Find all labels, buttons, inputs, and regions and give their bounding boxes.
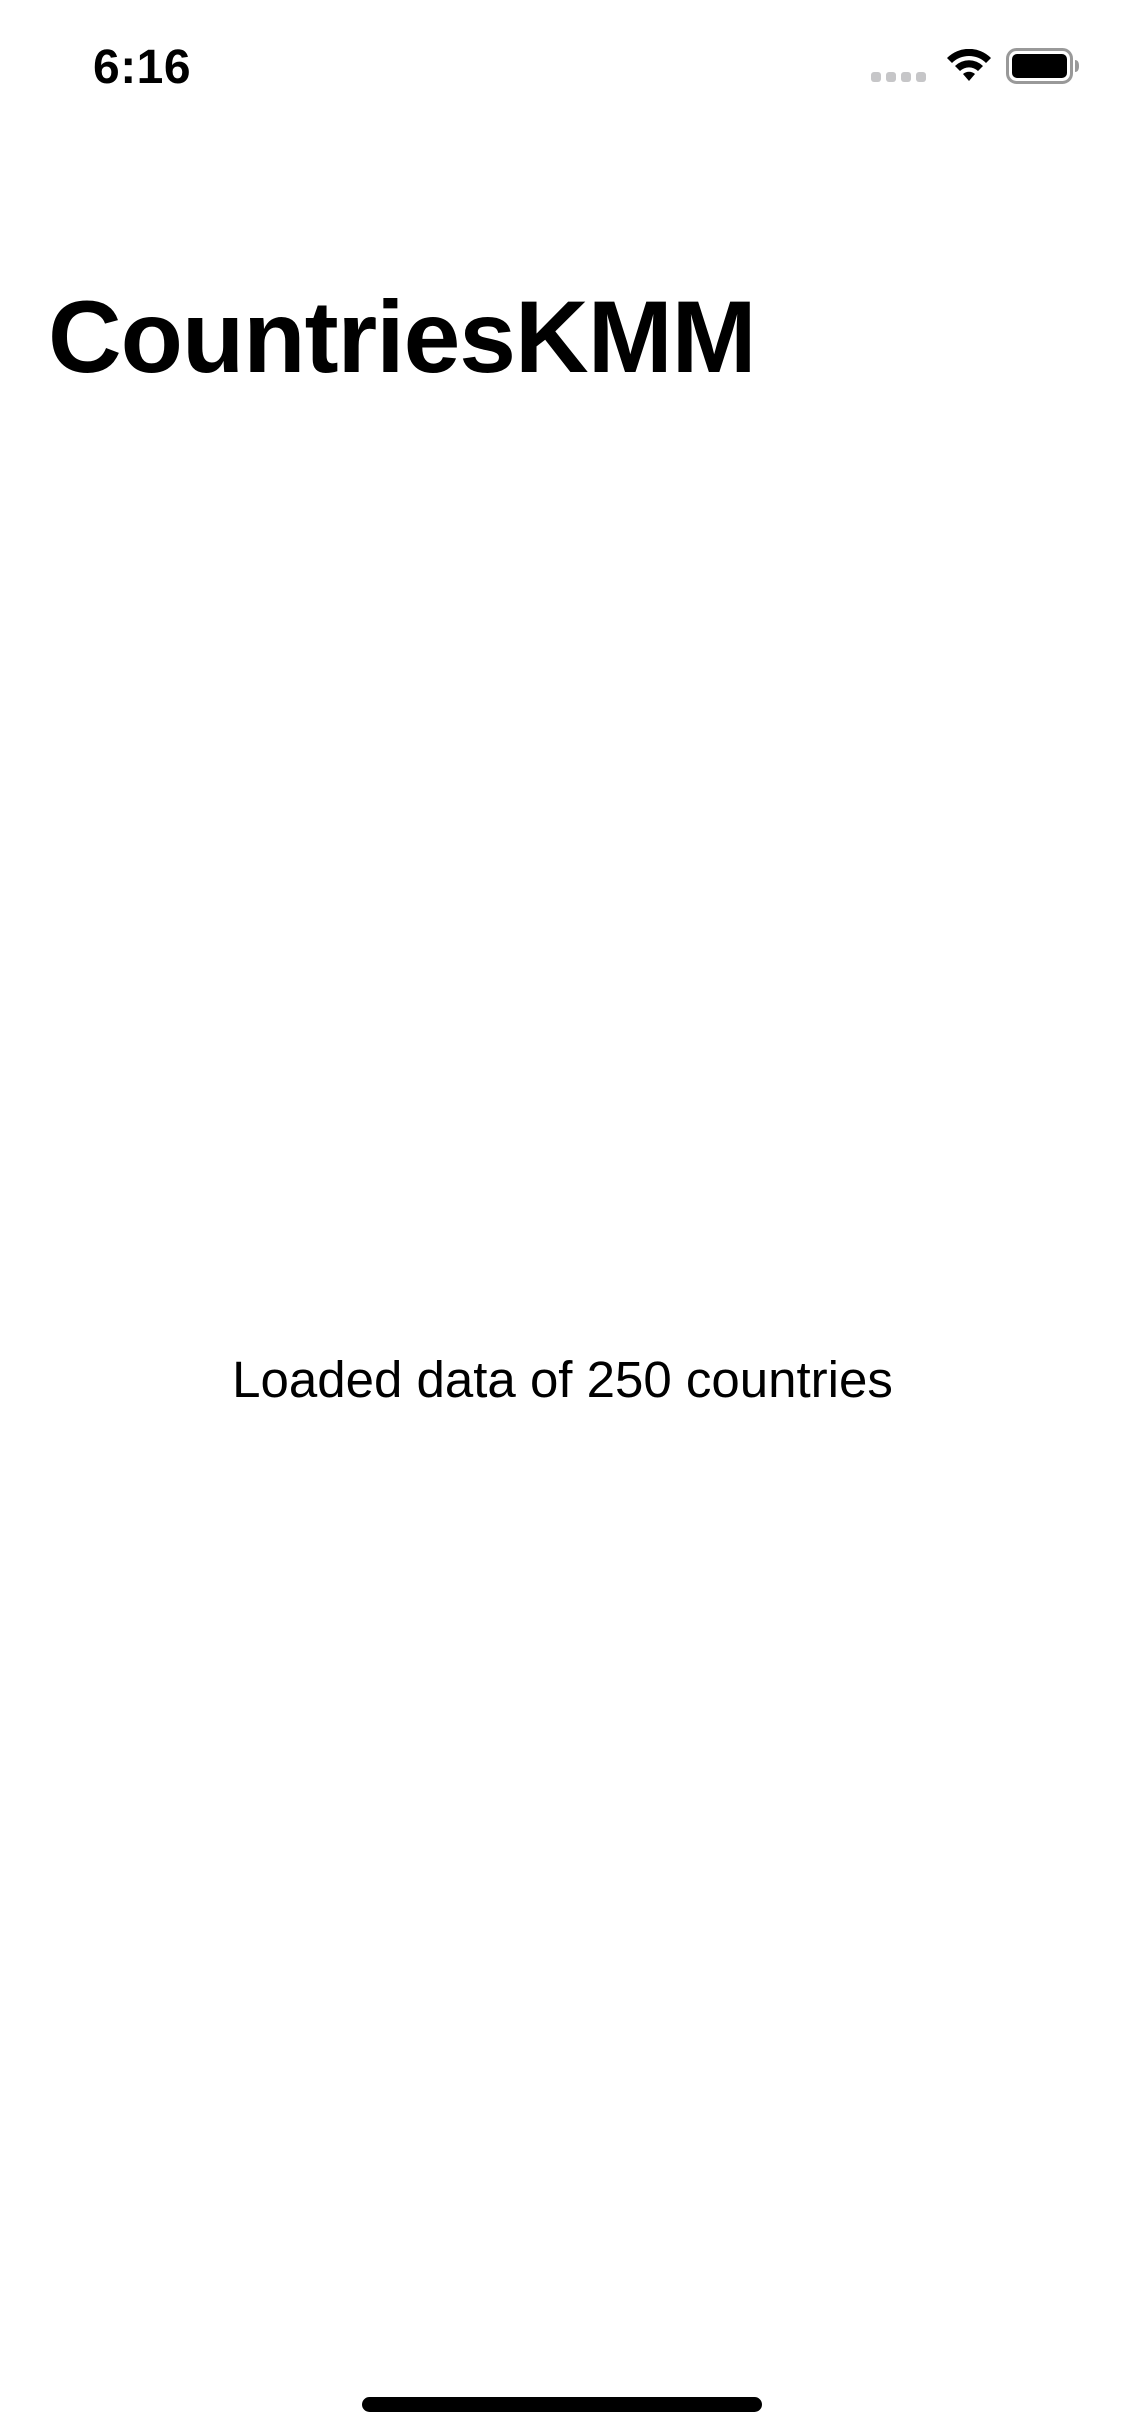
wifi-icon: [946, 49, 992, 83]
signal-bar: [871, 72, 881, 82]
navigation-title: CountriesKMM: [48, 280, 757, 394]
status-bar: 6:16: [0, 0, 1125, 132]
status-icons: [871, 48, 1080, 84]
app-screen: 6:16 CountriesKMM Loaded data of 250 cou…: [0, 0, 1125, 2436]
home-indicator[interactable]: [362, 2397, 762, 2412]
battery-icon: [1006, 48, 1080, 84]
signal-bar: [901, 72, 911, 82]
signal-bar: [886, 72, 896, 82]
signal-bar: [916, 72, 926, 82]
cellular-signal-icon: [871, 48, 926, 84]
status-time: 6:16: [93, 41, 192, 94]
loaded-data-message: Loaded data of 250 countries: [232, 1351, 893, 1408]
